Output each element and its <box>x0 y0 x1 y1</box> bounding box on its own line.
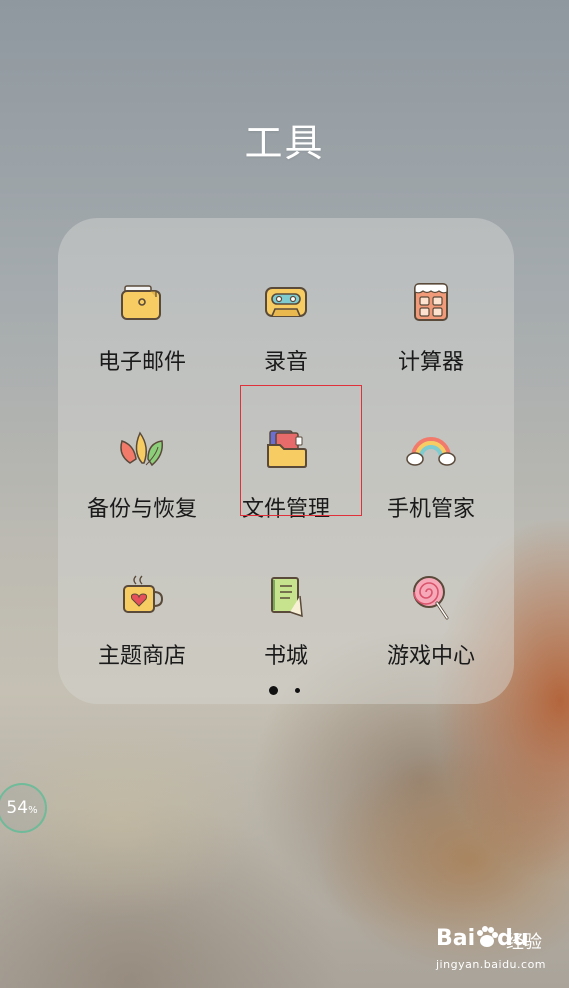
coffee-cup-heart-icon <box>123 575 164 613</box>
page-dot-active[interactable] <box>269 686 278 695</box>
rainbow-cloud-icon <box>406 437 456 466</box>
watermark-url: jingyan.baidu.com <box>436 958 547 971</box>
app-backup-restore[interactable]: 备份与恢复 <box>66 425 218 565</box>
email-folder-icon <box>121 285 161 320</box>
app-label: 手机管家 <box>386 497 475 522</box>
page-dot[interactable] <box>295 688 300 693</box>
calculator-icon <box>414 283 448 321</box>
app-game-center[interactable]: 游戏中心 <box>355 572 507 712</box>
app-email[interactable]: 电子邮件 <box>66 278 218 418</box>
book-icon <box>271 577 303 618</box>
app-theme-store[interactable]: 主题商店 <box>66 572 218 712</box>
battery-indicator: 54% <box>0 783 47 833</box>
highlight-box <box>240 385 362 516</box>
watermark-product: 经验 <box>506 932 542 953</box>
folder-title: 工具 <box>244 121 325 165</box>
lollipop-icon <box>413 576 449 620</box>
leaves-backup-icon <box>120 431 164 467</box>
battery-unit: % <box>28 805 38 816</box>
baidu-jingyan-watermark: Bai du 经验 jingyan.baidu.com <box>436 926 566 976</box>
app-phone-manager[interactable]: 手机管家 <box>355 425 507 565</box>
app-calculator[interactable]: 计算器 <box>355 278 507 418</box>
app-label: 计算器 <box>397 350 464 375</box>
page-indicator[interactable] <box>266 686 306 696</box>
battery-value: 54 <box>6 798 29 818</box>
baidu-paw-icon <box>477 926 498 947</box>
app-label: 游戏中心 <box>386 644 475 669</box>
cassette-recorder-icon <box>265 287 307 317</box>
